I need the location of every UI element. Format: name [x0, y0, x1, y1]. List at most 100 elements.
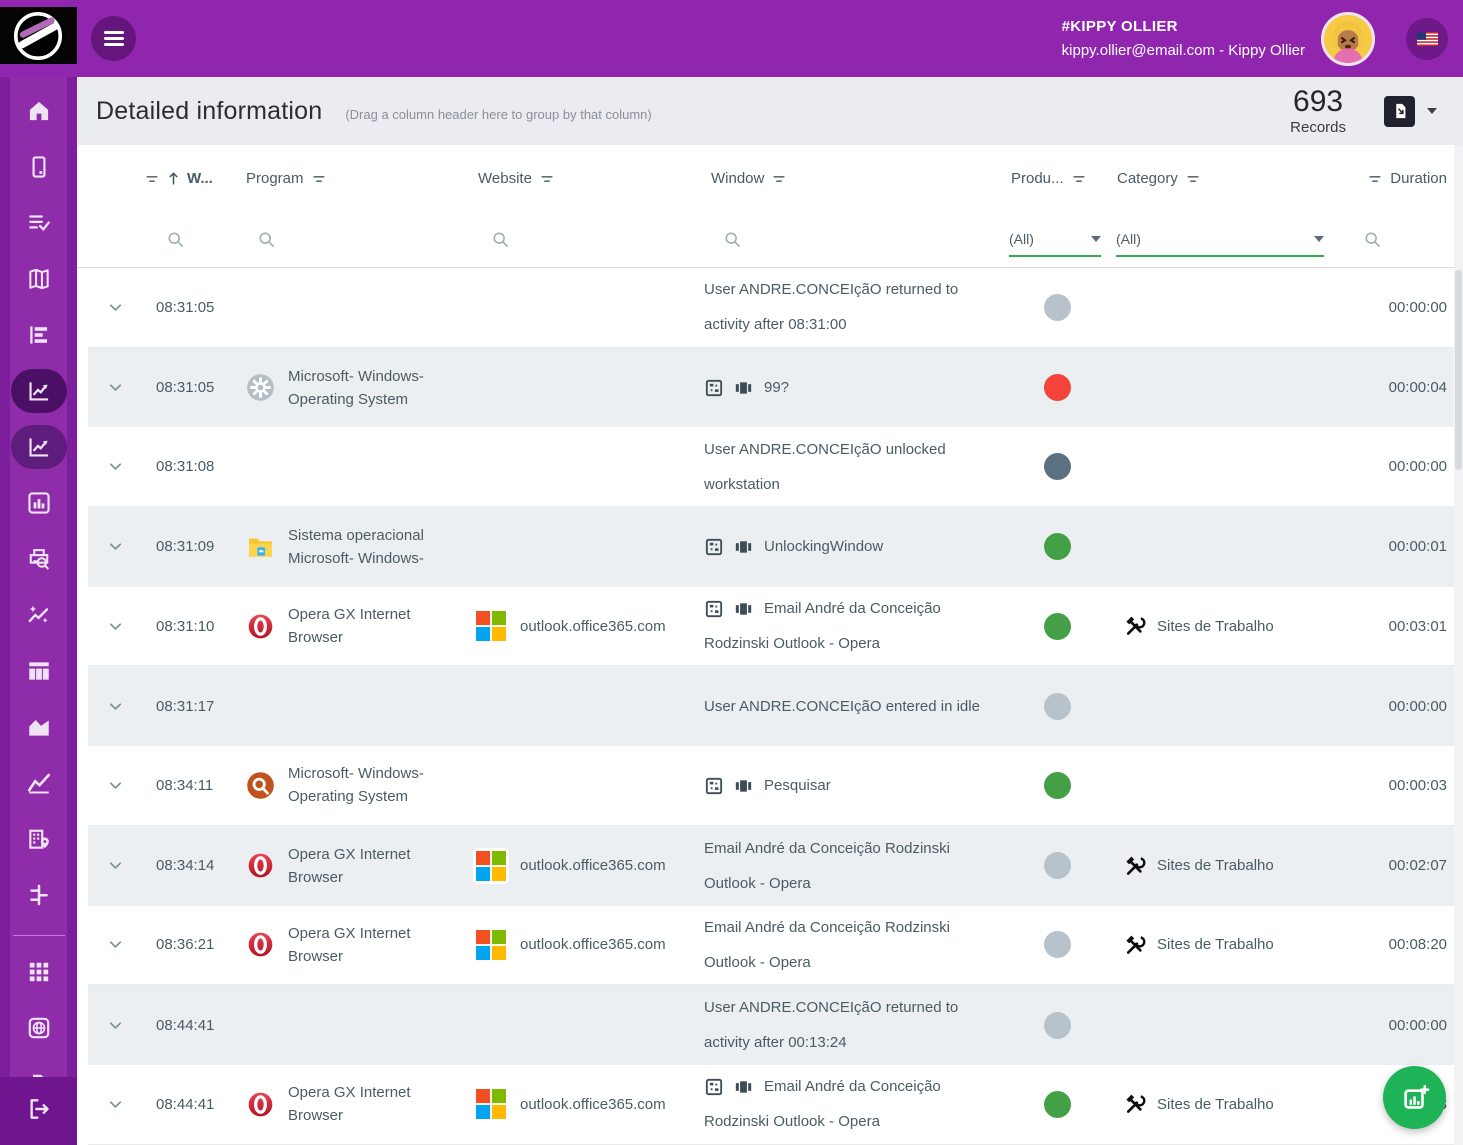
- table-row: 08:31:10 Opera GX Internet Browser outlook…: [88, 586, 1463, 667]
- sidebar-item-device[interactable]: [11, 145, 67, 189]
- sidebar-item-org-chart[interactable]: [11, 313, 67, 357]
- screenshot-icon[interactable]: [704, 1077, 724, 1097]
- expand-row-button[interactable]: [106, 1095, 125, 1114]
- column-header-productivity[interactable]: Produ...: [1011, 170, 1109, 187]
- line-chart-icon: [26, 378, 52, 404]
- category-name: Sites de Trabalho: [1157, 857, 1274, 875]
- filter-icon[interactable]: [1367, 171, 1383, 187]
- expand-row-button[interactable]: [106, 537, 125, 556]
- column-header-when[interactable]: W...: [144, 170, 246, 187]
- sidebar-item-company-location[interactable]: [11, 817, 67, 861]
- column-header-website[interactable]: Website: [478, 170, 555, 187]
- video-icon[interactable]: [733, 378, 754, 398]
- row-duration: 00:00:01: [1388, 538, 1447, 556]
- us-flag-icon: [1416, 31, 1438, 46]
- column-header-category[interactable]: Category: [1117, 170, 1201, 187]
- website-filter-search-icon[interactable]: [490, 229, 511, 250]
- filter-icon[interactable]: [539, 171, 555, 187]
- web-icon: [26, 1015, 52, 1041]
- sidebar-item-line-chart[interactable]: [10, 369, 67, 413]
- filter-icon[interactable]: [771, 171, 787, 187]
- sidebar-item-dashboard[interactable]: [11, 649, 67, 693]
- filter-icon[interactable]: [1071, 171, 1087, 187]
- sort-up-icon: [167, 171, 180, 186]
- productivity-indicator-productive: [1044, 1090, 1071, 1118]
- add-report-fab-button[interactable]: [1383, 1066, 1446, 1129]
- area-chart-icon: [26, 714, 52, 740]
- expand-row-button[interactable]: [106, 298, 125, 317]
- sidebar-item-activity-log[interactable]: [11, 201, 67, 245]
- expand-row-button[interactable]: [106, 617, 125, 636]
- language-button[interactable]: [1406, 17, 1448, 60]
- column-header-window[interactable]: Window: [711, 170, 987, 187]
- screenshot-icon[interactable]: [704, 537, 724, 557]
- sidebar-item-trend[interactable]: [11, 593, 67, 637]
- expand-row-button[interactable]: [106, 856, 125, 875]
- sidebar-item-bar-chart[interactable]: [11, 481, 67, 525]
- category-filter-value: (All): [1116, 230, 1141, 247]
- window-title: 99?: [764, 379, 790, 397]
- tools-category-icon: [1122, 1092, 1146, 1116]
- video-icon[interactable]: [733, 776, 754, 796]
- expand-row-button[interactable]: [106, 457, 125, 476]
- export-dropdown-caret[interactable]: [1427, 108, 1437, 114]
- sidebar-items: [0, 77, 77, 1118]
- table-row: 08:44:41 User ANDRE.CONCEIçãO returned to…: [88, 985, 1463, 1065]
- screenshot-icon[interactable]: [704, 599, 724, 619]
- video-icon[interactable]: [733, 1077, 754, 1097]
- export-control[interactable]: [1384, 95, 1437, 127]
- website-domain: outlook.office365.com: [520, 936, 666, 954]
- group-by-hint: (Drag a column header here to group by t…: [345, 106, 652, 122]
- expand-row-button[interactable]: [106, 776, 125, 795]
- filter-icon[interactable]: [311, 171, 327, 187]
- sidebar-item-map[interactable]: [11, 257, 67, 301]
- sidebar-item-web[interactable]: [11, 1006, 67, 1050]
- records-counter: 693 Records: [1290, 85, 1346, 136]
- window-title: User ANDRE.CONCEIçãO entered in idle: [704, 697, 980, 715]
- microsoft-site-icon: [473, 608, 509, 645]
- avatar[interactable]: [1321, 11, 1375, 66]
- export-button[interactable]: [1384, 95, 1415, 127]
- expand-row-button[interactable]: [106, 935, 125, 954]
- sidebar-item-print-search[interactable]: [11, 537, 67, 581]
- sidebar-item-home[interactable]: [11, 89, 67, 133]
- sidebar-item-apps-grid[interactable]: [11, 950, 67, 994]
- program-filter-search-icon[interactable]: [256, 229, 277, 250]
- expand-row-button[interactable]: [106, 697, 125, 716]
- scrollbar-thumb[interactable]: [1455, 270, 1462, 470]
- sidebar-bottom: [0, 1077, 77, 1145]
- sidebar-item-stats-line[interactable]: [11, 761, 67, 805]
- microsoft-site-icon: [473, 926, 509, 963]
- sidebar-item-logout[interactable]: [11, 1089, 67, 1133]
- duration-filter-search-icon[interactable]: [1362, 229, 1447, 250]
- gear-program-icon: [246, 373, 275, 402]
- productivity-filter-select[interactable]: (All): [1009, 223, 1101, 257]
- video-icon[interactable]: [733, 599, 754, 619]
- org-chart-icon: [26, 322, 52, 348]
- screenshot-icon[interactable]: [704, 378, 724, 398]
- expand-row-button[interactable]: [106, 1016, 125, 1035]
- column-label-program: Program: [246, 170, 304, 187]
- row-time: 08:31:05: [156, 379, 215, 397]
- when-filter-search-icon[interactable]: [165, 229, 246, 250]
- filter-icon[interactable]: [1185, 171, 1201, 187]
- records-count: 693: [1293, 85, 1344, 118]
- screenshot-icon[interactable]: [704, 776, 724, 796]
- window-filter-search-icon[interactable]: [722, 229, 987, 250]
- vertical-scrollbar[interactable]: [1454, 145, 1463, 1145]
- window-title: User ANDRE.CONCEIçãO returned to activit…: [704, 999, 959, 1052]
- website-domain: outlook.office365.com: [520, 1095, 666, 1113]
- chevron-down-icon: [1314, 235, 1324, 242]
- column-header-program[interactable]: Program: [246, 170, 327, 187]
- row-time: 08:31:08: [156, 458, 215, 476]
- filter-icon[interactable]: [144, 171, 160, 187]
- sidebar-item-area-chart[interactable]: [11, 705, 67, 749]
- expand-row-button[interactable]: [106, 378, 125, 397]
- column-header-duration[interactable]: Duration: [1334, 170, 1447, 187]
- opera-program-icon: [246, 930, 275, 959]
- sidebar-item-tune[interactable]: [11, 873, 67, 917]
- sidebar-item-line-chart-alt[interactable]: [10, 425, 67, 469]
- video-icon[interactable]: [733, 537, 754, 557]
- category-filter-select[interactable]: (All): [1116, 223, 1324, 257]
- menu-button[interactable]: [91, 16, 136, 61]
